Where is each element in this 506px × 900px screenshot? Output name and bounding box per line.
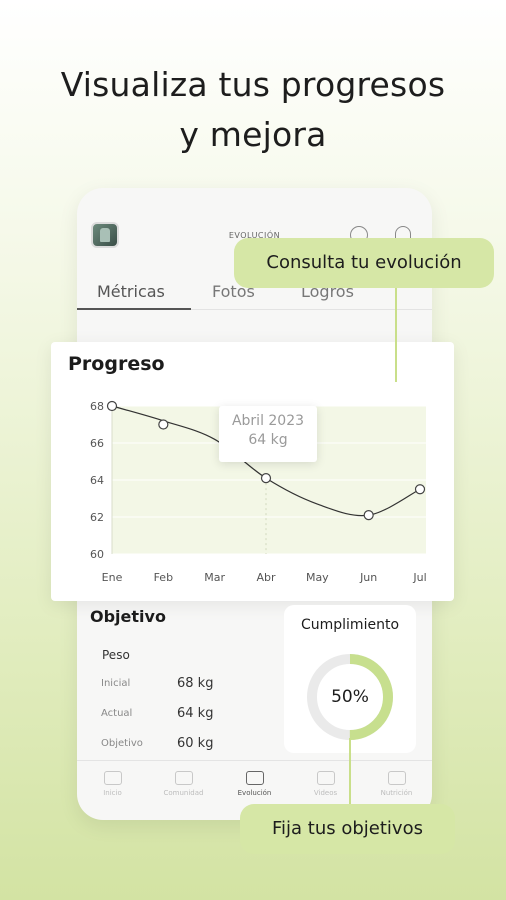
x-tick-label: Jul (412, 571, 426, 584)
x-tick-label: May (306, 571, 329, 584)
data-point (106, 400, 118, 412)
x-tick-label: Feb (154, 571, 173, 584)
nav-label: Comunidad (163, 789, 204, 797)
objective-row-label: Inicial (101, 678, 131, 689)
callout-consulta: Consulta tu evolución (234, 238, 494, 288)
y-tick-label: 60 (90, 548, 104, 561)
home-icon (103, 771, 122, 785)
objective-row-label: Objetivo (101, 738, 143, 749)
data-point (414, 484, 426, 495)
objective-title: Objetivo (90, 607, 166, 626)
chart-tooltip: Abril 2023 64 kg (219, 406, 317, 462)
fulfillment-percent: 50% (331, 687, 369, 707)
objective-row-label: Actual (101, 708, 133, 719)
data-point (260, 473, 272, 484)
progress-chart: 60 62 64 66 68 Ene Feb Mar Abr May Jun Jul (90, 400, 427, 584)
y-tick-label: 62 (90, 511, 104, 524)
y-tick-label: 64 (90, 474, 104, 487)
x-tick-label: Ene (102, 571, 123, 584)
fork-knife-icon (387, 771, 406, 785)
nav-label: Inicio (103, 789, 122, 797)
callout-connector-bottom (349, 738, 351, 804)
objective-row-actual: Actual 64 kg (101, 706, 241, 721)
nav-item-inicio[interactable]: Inicio (77, 761, 148, 797)
active-tab-indicator (77, 308, 191, 310)
nav-label: Nutrición (380, 789, 413, 797)
headline: Visualiza tus progresos y mejora (0, 60, 506, 160)
data-point (363, 510, 374, 521)
nav-item-comunidad[interactable]: Comunidad (148, 761, 219, 797)
progress-card: Progreso 60 62 64 66 68 Ene Feb Mar Abr May Jun Ju… (51, 342, 454, 601)
nav-label: Evolución (237, 789, 272, 797)
y-tick-label: 66 (90, 437, 104, 450)
tooltip-value: 64 kg (248, 432, 288, 448)
video-icon (316, 771, 335, 785)
callout-connector-top (395, 288, 397, 382)
community-icon (174, 771, 193, 785)
objective-row-value: 64 kg (177, 706, 214, 721)
nav-item-evolucion[interactable]: Evolución (219, 761, 290, 797)
objective-row-value: 68 kg (177, 676, 214, 691)
callout-objetivos: Fija tus objetivos (240, 804, 455, 854)
fulfillment-card: Cumplimiento 50% (284, 605, 416, 753)
data-point (158, 419, 169, 430)
chart-icon (245, 771, 264, 785)
nav-item-nutricion[interactable]: Nutrición (361, 761, 432, 797)
x-tick-label: Abr (256, 571, 276, 584)
headline-line-2: y mejora (179, 115, 327, 154)
tab-metricas[interactable]: Métricas (97, 282, 165, 301)
tooltip-month: Abril 2023 (231, 413, 305, 429)
headline-line-1: Visualiza tus progresos (60, 65, 446, 104)
x-tick-label: Jun (359, 571, 377, 584)
y-tick-label: 68 (90, 400, 104, 413)
fulfillment-title: Cumplimiento (300, 617, 400, 633)
objective-row-objetivo: Objetivo 60 kg (101, 736, 241, 751)
objective-subtitle: Peso (102, 648, 130, 662)
objective-row-inicial: Inicial 68 kg (101, 676, 241, 691)
objective-row-value: 60 kg (177, 736, 214, 751)
x-tick-label: Mar (204, 571, 225, 584)
